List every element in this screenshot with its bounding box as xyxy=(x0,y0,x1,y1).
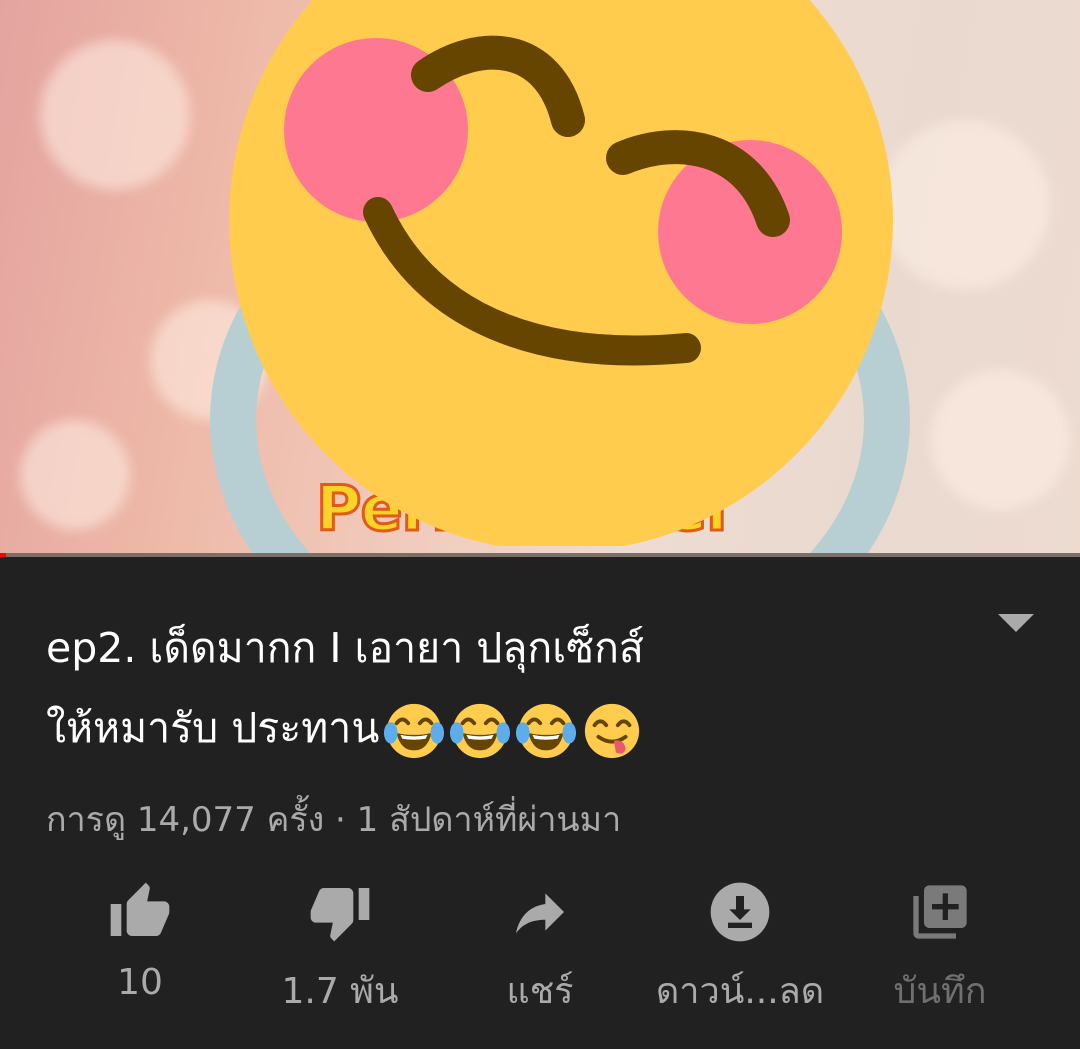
video-title-line-1: ep2. เด็ดมากก I เอายา ปลุกเซ็กส์ xyxy=(46,624,644,672)
share-arrow-icon xyxy=(516,893,564,934)
video-title[interactable]: ep2. เด็ดมากก I เอายา ปลุกเซ็กส์ ให้หมาร… xyxy=(46,608,946,768)
like-button[interactable]: 10 xyxy=(40,870,240,1003)
background-bokeh xyxy=(20,420,130,530)
thumbs-up-icon xyxy=(110,882,170,936)
dislike-count: 1.7 พัน xyxy=(281,971,399,1012)
video-player[interactable]: Pern hannel xyxy=(0,0,1080,553)
face-savoring-food-emoji-icon xyxy=(585,703,640,759)
video-watch-page: Pern hannel ep2. เด็ดมากก I เอายา ปลุกเซ… xyxy=(0,0,1080,1049)
tears-of-joy-emoji-icon xyxy=(450,703,511,759)
save-label: บันทึก xyxy=(893,971,987,1012)
download-label: ดาวน์...ลด xyxy=(655,971,825,1012)
video-action-bar: 10 1.7 พัน แชร์ ดาวน์...ลด บันทึก xyxy=(0,870,1080,1020)
video-progress-track[interactable] xyxy=(0,553,1080,557)
background-bokeh xyxy=(40,40,190,190)
tears-of-joy-emoji-icon xyxy=(384,703,445,759)
share-label: แชร์ xyxy=(506,971,574,1012)
expand-description-icon[interactable] xyxy=(998,614,1034,634)
background-bokeh xyxy=(930,370,1070,510)
thumbs-down-icon xyxy=(310,888,370,942)
smiling-face-emoji-sticker xyxy=(229,0,893,546)
save-to-playlist-button[interactable]: บันทึก xyxy=(840,870,1040,1019)
like-count: 10 xyxy=(117,962,163,1003)
share-button[interactable]: แชร์ xyxy=(440,870,640,1019)
video-title-line-2: ให้หมารับ ประทาน xyxy=(46,688,946,768)
background-bokeh xyxy=(880,120,1050,290)
add-to-playlist-icon xyxy=(913,885,967,939)
dislike-button[interactable]: 1.7 พัน xyxy=(240,870,440,1019)
video-title-line-2-text: ให้หมารับ ประทาน xyxy=(46,704,380,752)
download-icon xyxy=(710,882,770,942)
download-button[interactable]: ดาวน์...ลด xyxy=(640,870,840,1019)
video-progress-fill xyxy=(0,553,6,557)
view-count-and-date: การดู 14,077 ครั้ง · 1 สัปดาห์ที่ผ่านมา xyxy=(46,800,622,840)
tears-of-joy-emoji-icon xyxy=(516,703,577,759)
